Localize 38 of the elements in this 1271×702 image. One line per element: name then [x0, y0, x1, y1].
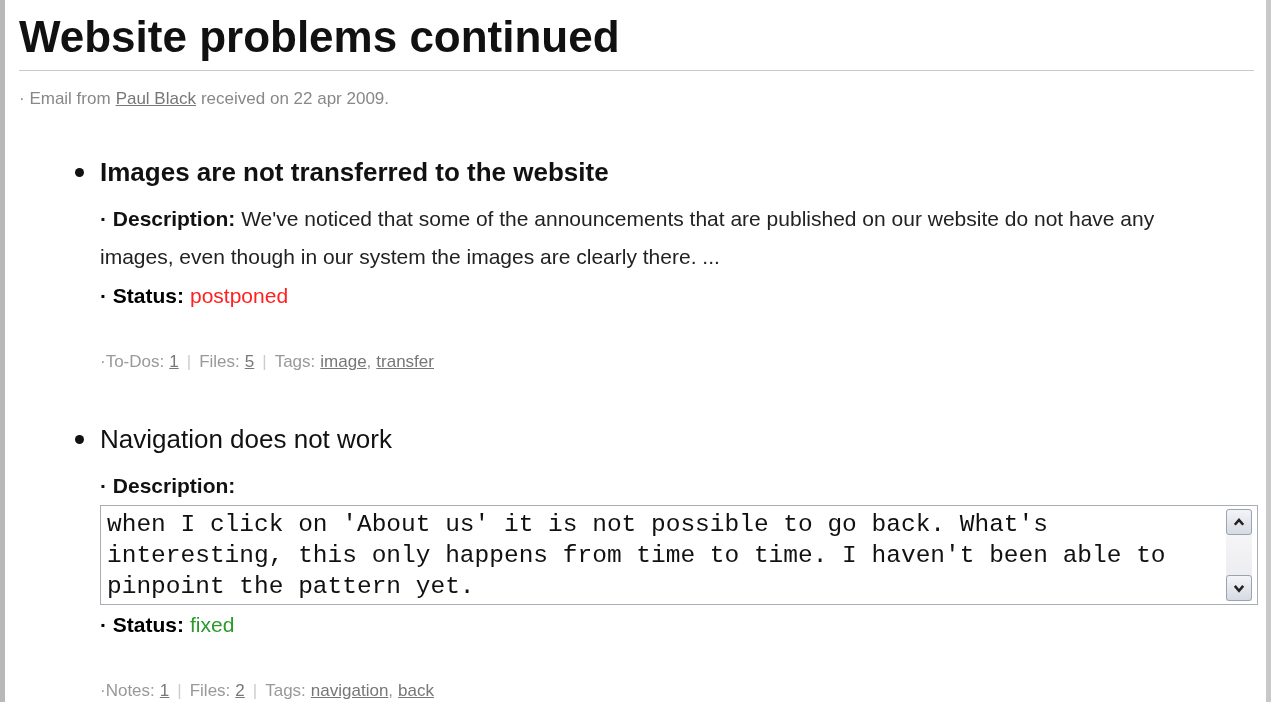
description-text: · Description: We've noticed that some of the announcements that are published on our website do not have any images, even though in our system the images are clearly there. ... [100, 206, 1156, 270]
meta-text: ·To-Dos: [100, 352, 165, 372]
link[interactable]: transfer [376, 352, 434, 372]
scroll-down-icon[interactable] [1226, 575, 1252, 601]
status-label: · Status: [100, 612, 184, 638]
separator: | [262, 352, 267, 372]
separator: | [177, 681, 182, 701]
meta-text: ·Notes: [100, 681, 155, 701]
comma: , [366, 352, 372, 372]
link[interactable]: 1 [169, 352, 179, 372]
link[interactable]: 2 [235, 681, 245, 701]
scrollbar[interactable] [1226, 509, 1252, 601]
link[interactable]: 1 [159, 681, 170, 701]
link[interactable]: navigation [310, 681, 389, 701]
status-value: postponed [190, 283, 289, 309]
scroll-up-icon[interactable] [1226, 509, 1252, 535]
meta-text: Files: [189, 681, 231, 701]
separator: | [252, 681, 258, 701]
link[interactable]: 5 [244, 352, 255, 372]
link[interactable]: back [398, 681, 434, 701]
status-label: · Status: [100, 283, 184, 309]
separator: | [186, 352, 192, 372]
description-label: · Description: [100, 474, 236, 497]
meta-text: Tags: [274, 352, 316, 372]
bullet-icon [75, 435, 84, 444]
source-text: received on 22 apr 2009. [200, 89, 390, 109]
comma: , [388, 681, 394, 701]
link[interactable]: image [320, 352, 367, 372]
meta-text: Tags: [265, 681, 306, 701]
bullet-icon [75, 168, 84, 177]
source-text: · Email from [19, 89, 111, 109]
author-link[interactable]: Paul Black [115, 89, 196, 109]
page-title: Website problems continued [19, 0, 1254, 71]
issue-title: Navigation does not work [100, 424, 392, 455]
status-value: fixed [190, 612, 235, 638]
description-field[interactable]: when I click on 'About us' it is not possible to go back. What's interesting, this only happens from time to time. I haven't been able to pinpoint the pattern yet. [100, 505, 1258, 605]
issue-title: Images are not transferred to the website [100, 157, 609, 188]
meta-text: Files: [199, 352, 240, 372]
